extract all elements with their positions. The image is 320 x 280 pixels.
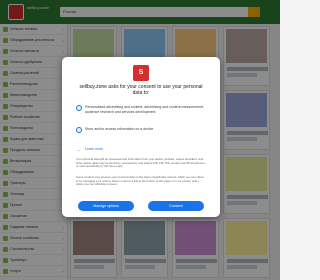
- purpose-text: Store and/or access information on a dev…: [85, 127, 154, 131]
- dialog-title: sellbuy.zone asks for your consent to us…: [79, 84, 203, 96]
- ads-purpose-icon: [76, 105, 82, 111]
- consent-paragraph: Your personal data will be processed and…: [76, 157, 206, 169]
- legitimate-interest-paragraph: Some vendors may process your personal d…: [76, 175, 204, 187]
- learn-more-link[interactable]: ⌄ Learn more: [76, 147, 103, 152]
- manage-options-button[interactable]: Manage options: [78, 201, 134, 211]
- device-storage-icon: [76, 127, 82, 133]
- purpose-store-access: Store and/or access information on a dev…: [76, 127, 206, 133]
- learn-more-label: Learn more: [85, 147, 103, 151]
- consent-dialog: S sellbuy.zone asks for your consent to …: [62, 57, 220, 217]
- consent-button[interactable]: Consent: [148, 201, 204, 211]
- purpose-personalised-ads: Personalised advertising and content, ad…: [76, 105, 206, 114]
- purpose-text: Personalised advertising and content, ad…: [85, 105, 204, 114]
- dialog-site-logo: S: [133, 65, 149, 81]
- chevron-down-icon: ⌄: [77, 147, 81, 152]
